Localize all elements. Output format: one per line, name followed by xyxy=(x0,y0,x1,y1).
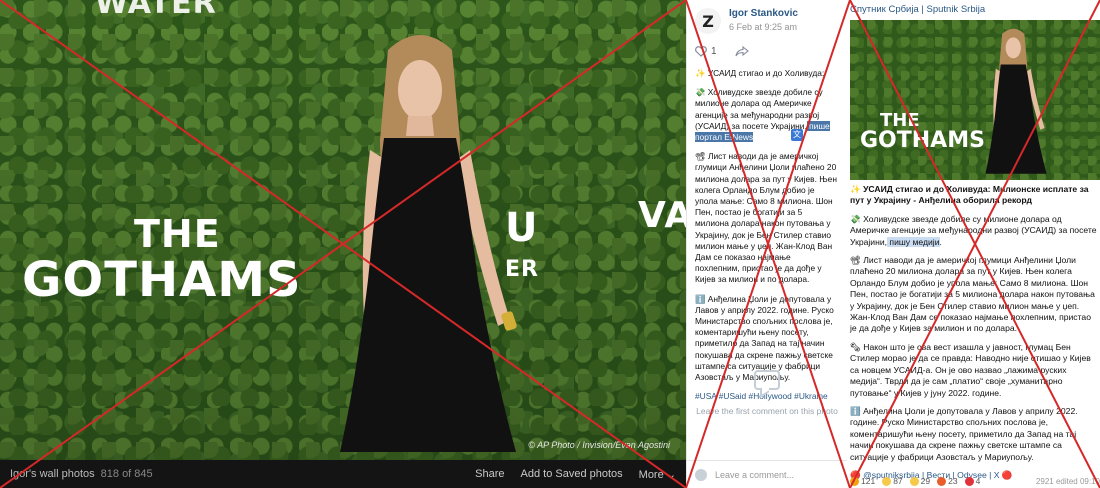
person-figure xyxy=(340,35,517,452)
post-paragraph: 📽 Лист наводи да је америчкој глумици Ан… xyxy=(850,255,1095,334)
photo-credit: © AP Photo / Invision/Evan Agostini xyxy=(528,440,670,450)
post-paragraph: ✨ УСАИД стигао и до Холивуда: xyxy=(695,68,825,78)
wow-icon xyxy=(909,476,919,486)
fire-icon xyxy=(937,476,947,486)
avatar[interactable]: Z xyxy=(695,8,721,34)
viewer-toolbar: Igor's wall photos 818 of 845 Share Add … xyxy=(0,460,686,488)
no-comments-placeholder: Leave the first comment on this photo xyxy=(687,370,847,416)
comment-bubble-icon xyxy=(754,370,780,390)
likes-count: 1 xyxy=(711,46,717,57)
sign-water: WATER xyxy=(95,0,217,21)
photo-viewer: WATER THE GOTHAMS U ER VA © AP Photo / I… xyxy=(0,0,686,488)
person-figure xyxy=(985,28,1047,174)
sputnik-photo[interactable]: THE GOTHAMS xyxy=(850,20,1100,180)
post-paragraph: ℹ️ Анђелина Џоли је допутовала у Лавов у… xyxy=(850,405,1078,462)
post-paragraph: 🗞 Након што је ова вест изашла у јавност… xyxy=(850,341,1091,398)
sign-gothams: GOTHAMS xyxy=(22,252,302,308)
reaction-heart[interactable]: 4 xyxy=(964,476,980,486)
channel-name[interactable]: Спутник Србија | Sputnik Srbija xyxy=(850,4,985,15)
album-title[interactable]: Igor's wall photos xyxy=(10,468,95,480)
likes-row: 1 xyxy=(695,46,749,57)
more-button[interactable]: More ⌄ xyxy=(639,468,676,481)
post-paragraph: 📽 Лист наводи да је америчкој глумици Ан… xyxy=(695,151,837,285)
comment-placeholder: Leave a comment... xyxy=(715,469,795,480)
reaction-wow[interactable]: 29 xyxy=(909,476,930,486)
sign-va: VA xyxy=(638,195,686,236)
highlighted-text: пишу медији xyxy=(887,236,940,247)
add-to-saved-button[interactable]: Add to Saved photos xyxy=(521,468,623,481)
post-author: Z Igor Stankovic 6 Feb at 9:25 am xyxy=(687,0,847,40)
reaction-fire[interactable]: 23 xyxy=(937,476,958,486)
share-button[interactable]: Share xyxy=(475,468,504,481)
event-photo[interactable]: WATER THE GOTHAMS U ER VA © AP Photo / I… xyxy=(0,0,686,460)
post-text: ✨ УСАИД стигао и до Холивуда: 💸 Холивудс… xyxy=(695,68,837,410)
thumbs-up-icon xyxy=(850,476,859,486)
avatar xyxy=(695,468,707,481)
author-name[interactable]: Igor Stankovic xyxy=(729,8,798,19)
reaction-like[interactable]: 121 xyxy=(850,476,875,486)
no-comments-text: Leave the first comment on this photo xyxy=(696,406,838,416)
sputnik-text: ✨ УСАИД стигао и до Холивуда: Милионске … xyxy=(850,184,1100,488)
views-count: 2921 edited 09:10 xyxy=(1035,476,1100,486)
sputnik-post: Спутник Србија | Sputnik Srbija THE GOTH… xyxy=(850,0,1100,488)
post-paragraph: 💸 Холивудске звезде добиле су милионе до… xyxy=(695,87,830,143)
share-icon[interactable] xyxy=(735,46,749,57)
post-panel: Z Igor Stankovic 6 Feb at 9:25 am 1 ✨ УС… xyxy=(686,0,847,488)
post-paragraph: ✨ УСАИД стигао и до Холивуда: Милионске … xyxy=(850,184,1089,206)
post-date[interactable]: 6 Feb at 9:25 am xyxy=(729,22,798,32)
sign-the: THE xyxy=(134,212,221,256)
heart-icon[interactable] xyxy=(695,46,707,57)
reactions-bar: 121 87 29 23 4 2921 edited 09:10 xyxy=(850,476,1100,486)
comment-input[interactable]: Leave a comment... xyxy=(687,460,847,488)
heart-icon xyxy=(964,476,974,486)
sign-gothams: GOTHAMS xyxy=(860,128,985,153)
laugh-icon xyxy=(882,476,892,486)
post-paragraph: 💸 Холивудске звезде добиле су милионе до… xyxy=(850,213,1097,247)
reaction-laugh[interactable]: 87 xyxy=(882,476,903,486)
photo-counter: 818 of 845 xyxy=(100,468,153,480)
translate-icon[interactable]: 文 xyxy=(791,129,803,141)
